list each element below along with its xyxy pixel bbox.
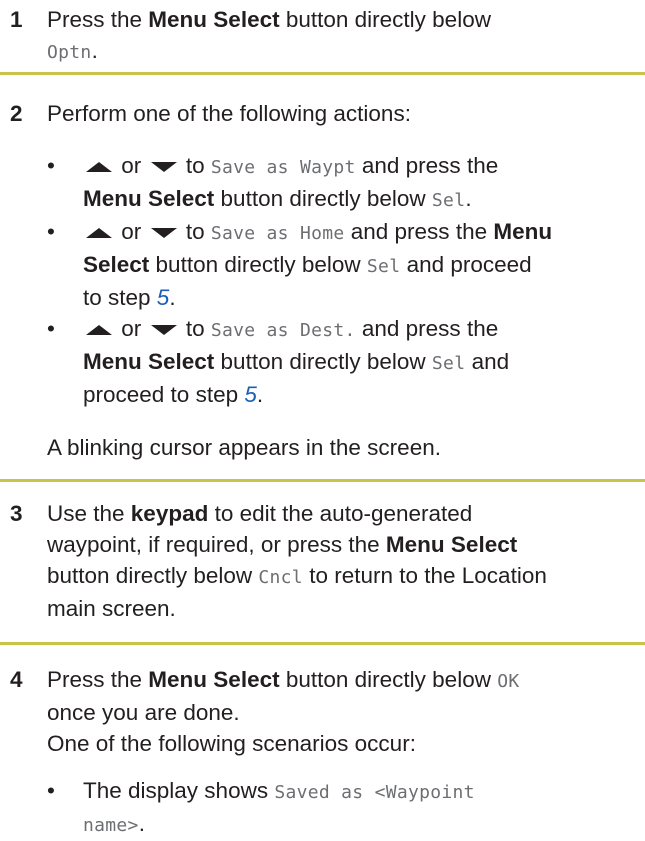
menu-select-label: Menu Select xyxy=(148,7,280,32)
manual-page: 1 Press the Menu Select button directly … xyxy=(0,0,645,836)
step-link[interactable]: 5 xyxy=(157,285,170,310)
step-number: 2 xyxy=(10,101,23,126)
display-message: Saved as <Waypoint xyxy=(274,782,475,803)
step-number: 4 xyxy=(10,667,23,692)
step-note: A blinking cursor appears in the screen. xyxy=(47,435,441,460)
keypad-label: keypad xyxy=(130,501,209,526)
down-arrow-icon xyxy=(150,228,177,239)
step-text: Perform one of the following actions: or… xyxy=(47,98,643,463)
step-text: Press the Menu Select button directly be… xyxy=(47,664,643,841)
scenario-list: The display shows Saved as <Waypoint nam… xyxy=(47,775,643,841)
step-intro: Perform one of the following actions: xyxy=(47,101,411,126)
softkey-optn: Optn xyxy=(47,42,92,63)
up-arrow-icon xyxy=(86,162,112,173)
divider xyxy=(0,479,645,482)
softkey-cncl: Cncl xyxy=(258,567,303,588)
menu-option: Save as Home xyxy=(210,223,345,244)
list-item: or to Save as Home and press the Menu Se… xyxy=(47,216,643,313)
step-link[interactable]: 5 xyxy=(244,382,257,407)
softkey-ok: OK xyxy=(497,671,520,692)
menu-option: Save as Dest. xyxy=(210,320,356,341)
step-text: Press the Menu Select button directly be… xyxy=(47,7,491,63)
action-list: or to Save as Waypt and press the Menu S… xyxy=(47,150,643,410)
menu-option: Save as Waypt xyxy=(210,157,356,178)
list-item: The display shows Saved as <Waypoint nam… xyxy=(47,775,643,841)
softkey-sel: Sel xyxy=(366,256,401,277)
step-number: 1 xyxy=(10,7,23,32)
down-arrow-icon xyxy=(150,162,177,173)
softkey-sel: Sel xyxy=(431,190,466,211)
step-number: 3 xyxy=(10,501,23,526)
up-arrow-icon xyxy=(86,325,112,336)
divider xyxy=(0,72,645,75)
softkey-sel: Sel xyxy=(431,353,466,374)
list-item: or to Save as Dest. and press the Menu S… xyxy=(47,313,643,410)
step-text: Use the keypad to edit the auto-generate… xyxy=(47,501,547,621)
up-arrow-icon xyxy=(86,228,112,239)
down-arrow-icon xyxy=(150,325,177,336)
list-item: or to Save as Waypt and press the Menu S… xyxy=(47,150,643,216)
divider xyxy=(0,642,645,645)
